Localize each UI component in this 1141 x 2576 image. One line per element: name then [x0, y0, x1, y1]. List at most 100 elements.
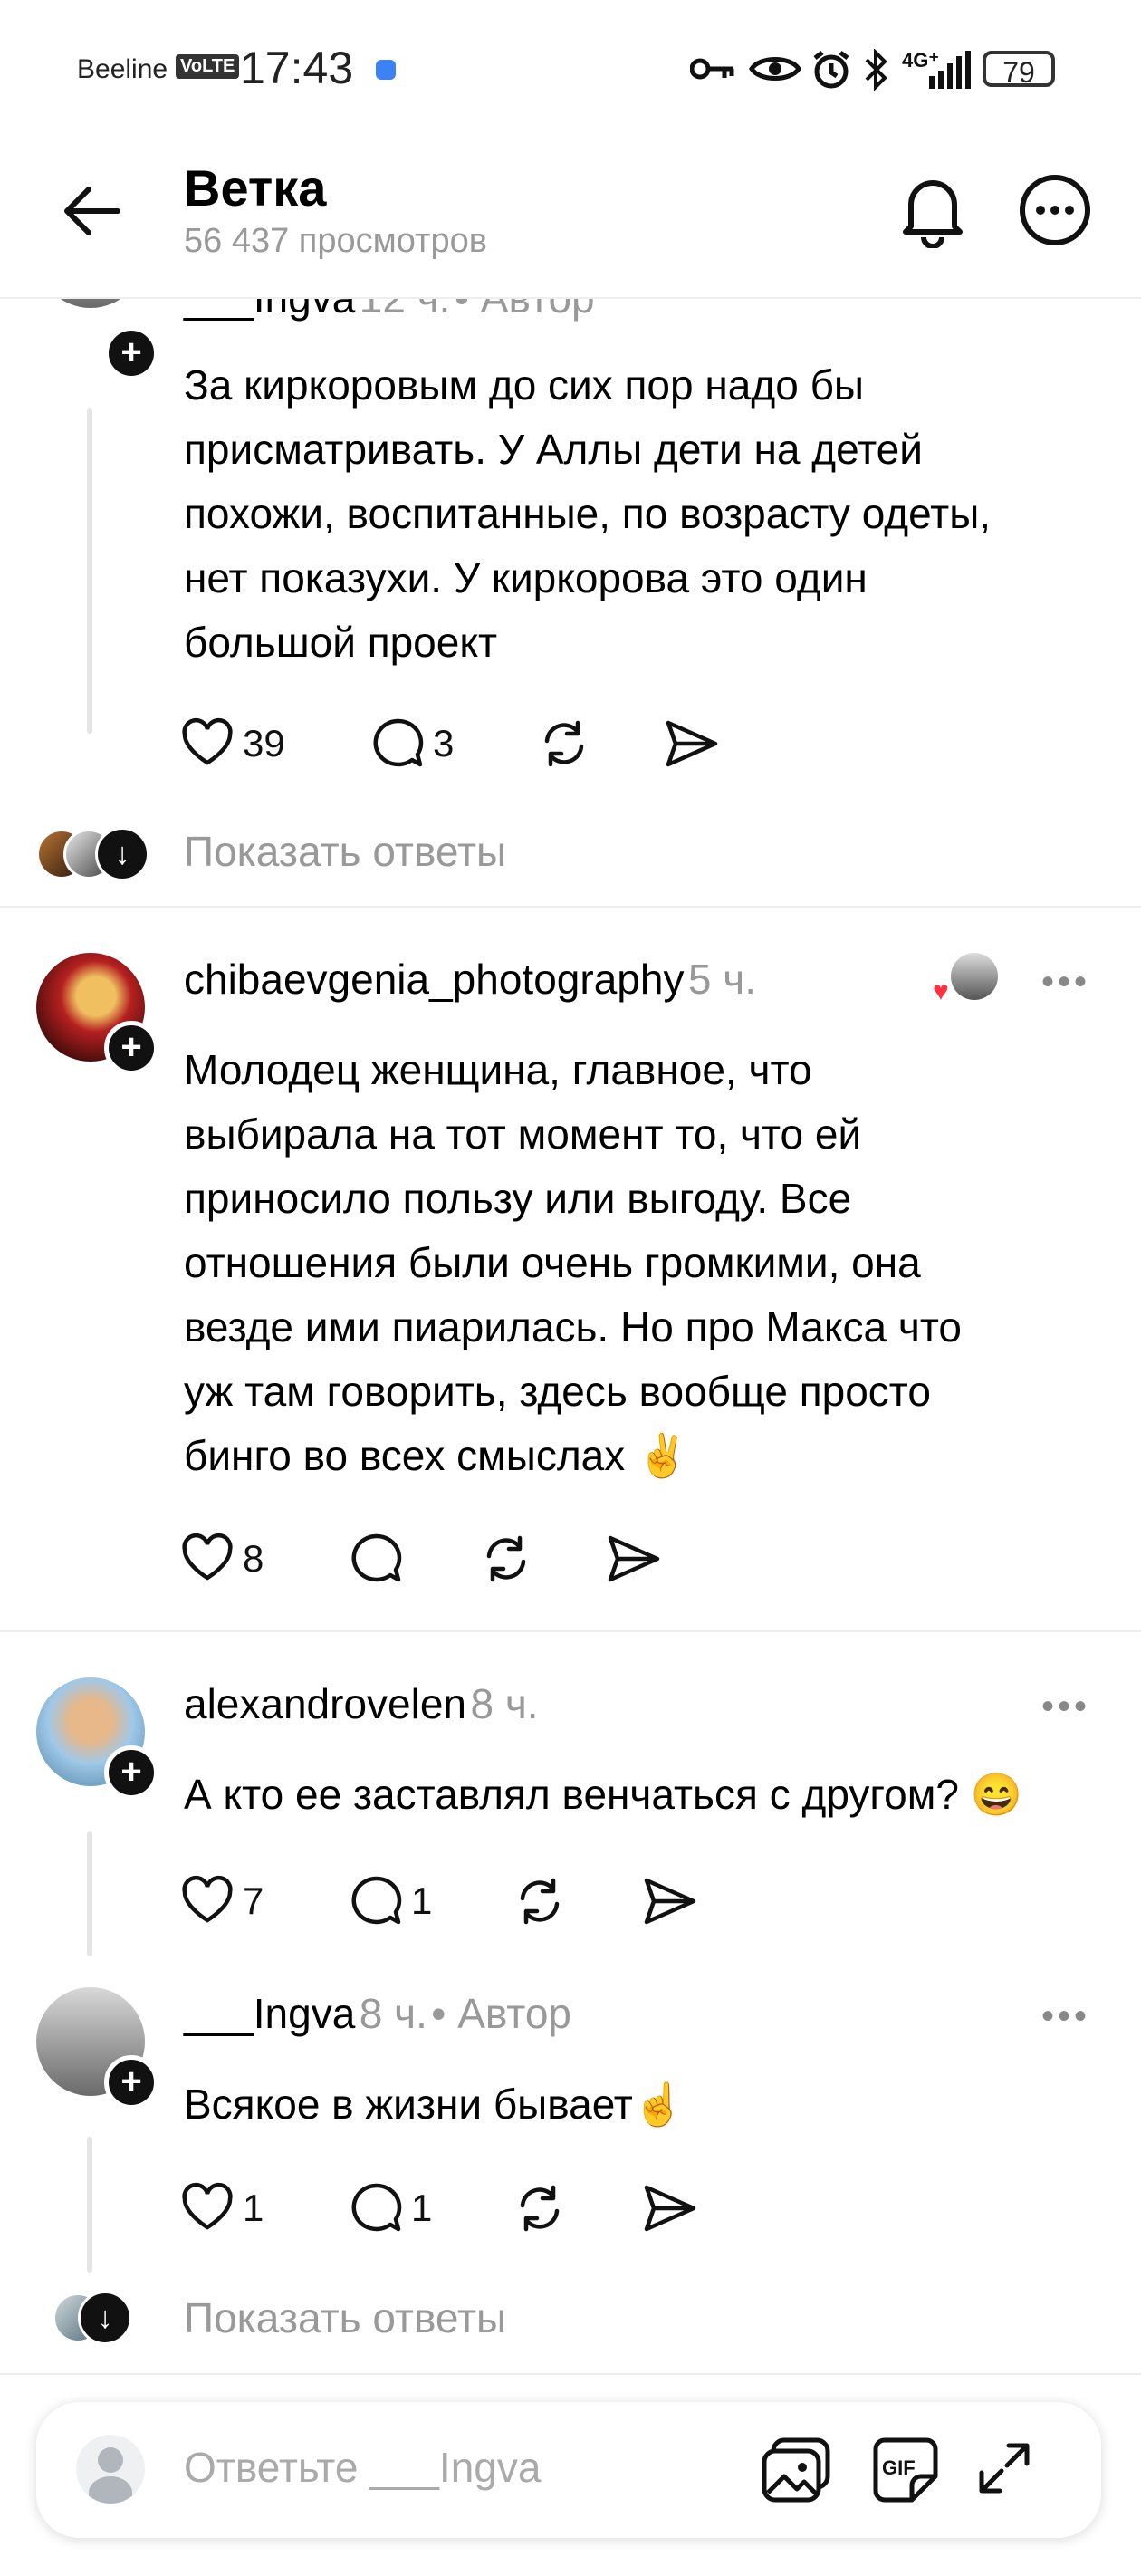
page-title: Ветка [184, 159, 327, 216]
repost-button[interactable] [536, 716, 592, 772]
like-count: 1 [243, 2187, 264, 2229]
heart-icon [182, 1533, 233, 1581]
post-meta: alexandrovelen 8 ч. [184, 1679, 539, 1728]
status-bar: Beeline VoLTE 17:43 4G⁺ 79 [0, 0, 1141, 136]
signal-icon [929, 51, 971, 89]
share-icon [644, 1878, 696, 1925]
image-icon[interactable] [761, 2437, 831, 2504]
comment-button[interactable]: 1 [348, 1873, 432, 1929]
comment-count: 1 [411, 2187, 433, 2229]
post-2: + chibaevgenia_photography 5 ч. ♥ ••• Мо… [0, 908, 1141, 1632]
repost-icon [520, 1878, 560, 1925]
share-icon [608, 1535, 660, 1582]
post-3: + alexandrovelen 8 ч. ••• А кто ее заста… [0, 1632, 1141, 1967]
avatar[interactable] [36, 299, 145, 308]
repost-button[interactable] [512, 1873, 568, 1929]
like-button[interactable]: 7 [179, 1873, 264, 1929]
username[interactable]: ___Ingva [184, 1990, 355, 2037]
thread-line [87, 408, 92, 734]
carrier-label: Beeline [77, 54, 168, 84]
comment-icon [351, 2183, 402, 2232]
bluetooth-icon [865, 49, 887, 91]
thread-line [87, 2137, 92, 2273]
comment-count: 3 [433, 722, 455, 764]
comment-icon [351, 1876, 402, 1925]
repost-icon [544, 720, 584, 767]
comment-icon [351, 1533, 402, 1582]
more-options-icon[interactable]: ••• [1041, 1996, 1090, 2037]
timestamp: 8 ч. [470, 1680, 539, 1727]
username[interactable]: ___Ingva [184, 299, 355, 322]
author-tag: Автор [481, 299, 595, 322]
divider [0, 2373, 1141, 2375]
user-avatar-placeholder-icon [76, 2435, 145, 2504]
comment-button[interactable] [348, 1531, 404, 1587]
post-4: + ___Ingva 8 ч. • Автор ••• Всякое в жиз… [0, 1942, 1141, 2377]
arrow-down-icon[interactable]: ↓ [95, 827, 149, 881]
thread-line [87, 1831, 92, 1956]
post-meta: ___Ingva 8 ч. • Автор [184, 1990, 572, 2037]
username[interactable]: alexandrovelen [184, 1680, 466, 1727]
share-button[interactable] [605, 1531, 661, 1587]
like-button[interactable]: 1 [179, 2180, 264, 2236]
repost-icon [520, 2185, 560, 2232]
reply-avatars: ↓ [36, 827, 154, 881]
status-time: 17:43 [240, 43, 354, 93]
more-icon[interactable] [1019, 174, 1091, 246]
repost-button[interactable] [512, 2180, 568, 2236]
like-count: 39 [243, 722, 285, 764]
share-button[interactable] [641, 2180, 697, 2236]
post-1: + ___Ingva 12 ч. • Автор За киркоровым д… [0, 299, 1141, 906]
timestamp: 8 ч. [359, 1990, 427, 2037]
eye-icon [749, 57, 801, 81]
post-text: Всякое в жизни бывает☝️ [184, 2081, 686, 2128]
heart-badge-icon: ♥ [933, 976, 949, 1006]
like-button[interactable]: 39 [179, 716, 285, 772]
follow-plus-icon[interactable]: + [104, 2055, 158, 2110]
username[interactable]: chibaevgenia_photography [184, 956, 684, 1003]
comment-button[interactable]: 1 [348, 2180, 432, 2236]
show-replies-link[interactable]: Показать ответы [184, 2293, 506, 2342]
heart-icon [182, 717, 233, 765]
more-options-icon[interactable]: ••• [1041, 1687, 1090, 1727]
share-icon [644, 2185, 696, 2232]
post-text: За киркоровым до сих пор надо бы присмат… [184, 361, 992, 666]
comment-button[interactable]: 3 [369, 716, 454, 772]
repost-icon [486, 1535, 526, 1582]
comment-icon [373, 718, 424, 767]
back-arrow-icon[interactable] [62, 186, 121, 236]
heart-icon [182, 2182, 233, 2230]
expand-icon[interactable] [976, 2440, 1032, 2496]
share-button[interactable] [641, 1873, 697, 1929]
arrow-down-icon[interactable]: ↓ [78, 2291, 132, 2345]
bell-icon[interactable] [898, 172, 967, 248]
reply-input[interactable]: Ответьте ___Ingva [184, 2443, 541, 2492]
timestamp: 5 ч. [687, 956, 757, 1003]
like-button[interactable]: 8 [179, 1531, 264, 1587]
follow-plus-icon[interactable]: + [104, 326, 158, 380]
more-options-icon[interactable]: ••• [1041, 962, 1090, 1003]
liked-by-author-avatar [951, 953, 998, 1000]
share-button[interactable] [663, 716, 719, 772]
repost-button[interactable] [478, 1531, 534, 1587]
views-count: 56 437 просмотров [184, 222, 487, 260]
heart-icon [182, 1875, 233, 1923]
post-text: Молодец женщина, главное, что выбирала н… [184, 1046, 962, 1479]
post-meta: ___Ingva 12 ч. • Автор [184, 299, 595, 322]
key-icon [690, 58, 734, 80]
post-meta: chibaevgenia_photography 5 ч. [184, 955, 756, 1004]
gif-icon[interactable]: GIF [872, 2437, 939, 2504]
svg-text:GIF: GIF [882, 2456, 916, 2479]
follow-plus-icon[interactable]: + [104, 1745, 158, 1800]
reply-avatars: ↓ [53, 2291, 143, 2345]
volte-badge: VoLTE [176, 54, 240, 79]
follow-plus-icon[interactable]: + [104, 1021, 158, 1075]
like-count: 7 [243, 1879, 264, 1922]
show-replies-link[interactable]: Показать ответы [184, 827, 506, 876]
comment-count: 1 [411, 1879, 433, 1922]
timestamp: 12 ч. [360, 299, 451, 322]
post-text: А кто ее заставлял венчаться с другом? 😄 [184, 1771, 1022, 1818]
app-dot-icon [376, 60, 396, 80]
author-tag: Автор [457, 1990, 572, 2037]
battery-indicator: 79 [983, 51, 1055, 89]
